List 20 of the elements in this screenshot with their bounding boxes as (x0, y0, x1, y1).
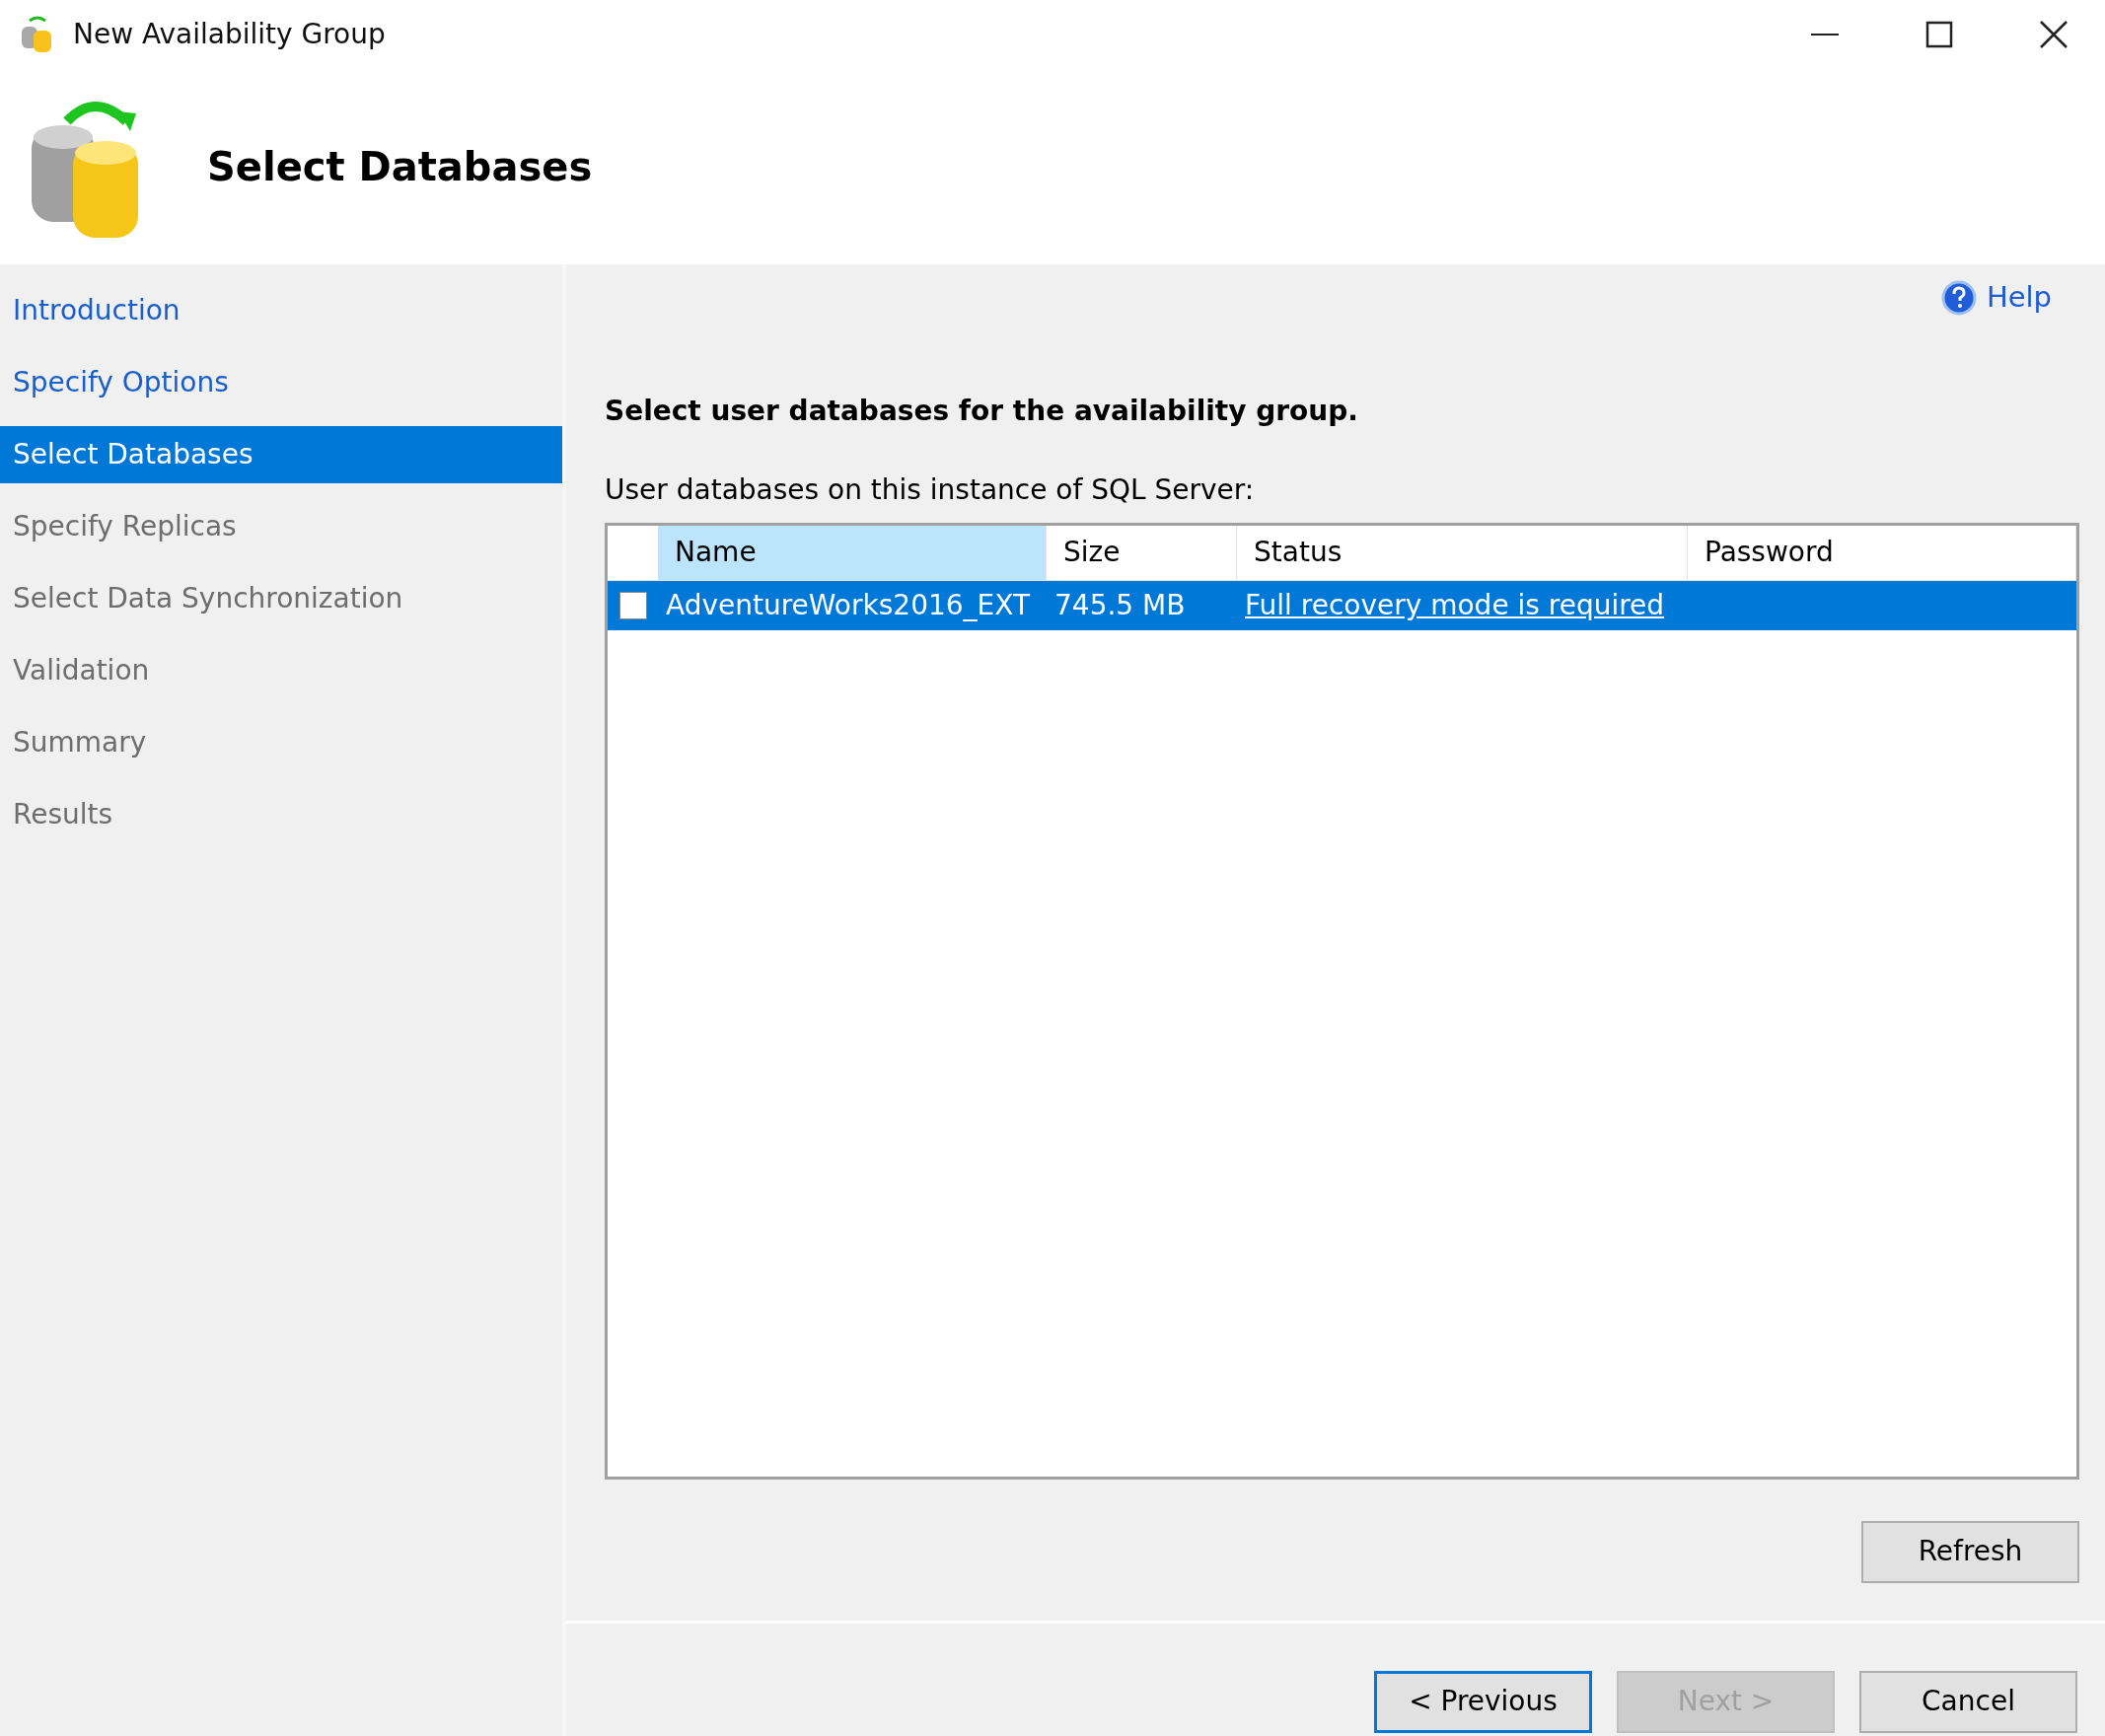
wizard-step[interactable]: Specify Options (0, 354, 562, 411)
checkbox[interactable] (618, 591, 647, 619)
table-row[interactable]: AdventureWorks2016_EXT 745.5 MB Full recovery mode is required (608, 580, 2076, 630)
wizard-step[interactable]: Introduction (0, 282, 562, 339)
status-link[interactable]: Full recovery mode is required (1245, 588, 1665, 621)
database-name: AdventureWorks2016_EXT (666, 588, 1031, 621)
wizard-button[interactable]: < Previous (1374, 1670, 1592, 1733)
help-icon (1940, 279, 1977, 316)
window-title: New Availability Group (73, 17, 386, 52)
database-size: 745.5 MB (1054, 588, 1186, 621)
wizard-button[interactable]: Cancel (1859, 1670, 2077, 1733)
wizard-step[interactable]: Select Databases (0, 426, 562, 483)
instruction-text: Select user databases for the availability group. (605, 393, 1359, 429)
table-label: User databases on this instance of SQL Server: (605, 471, 1256, 508)
close-icon[interactable] (2040, 21, 2068, 48)
help-link[interactable]: Help (1940, 276, 2052, 320)
column-header[interactable]: Name (658, 525, 1047, 580)
maximize-icon[interactable] (1925, 21, 1953, 48)
refresh-button[interactable]: Refresh (1861, 1520, 2079, 1583)
page-title: Select Databases (207, 143, 593, 191)
